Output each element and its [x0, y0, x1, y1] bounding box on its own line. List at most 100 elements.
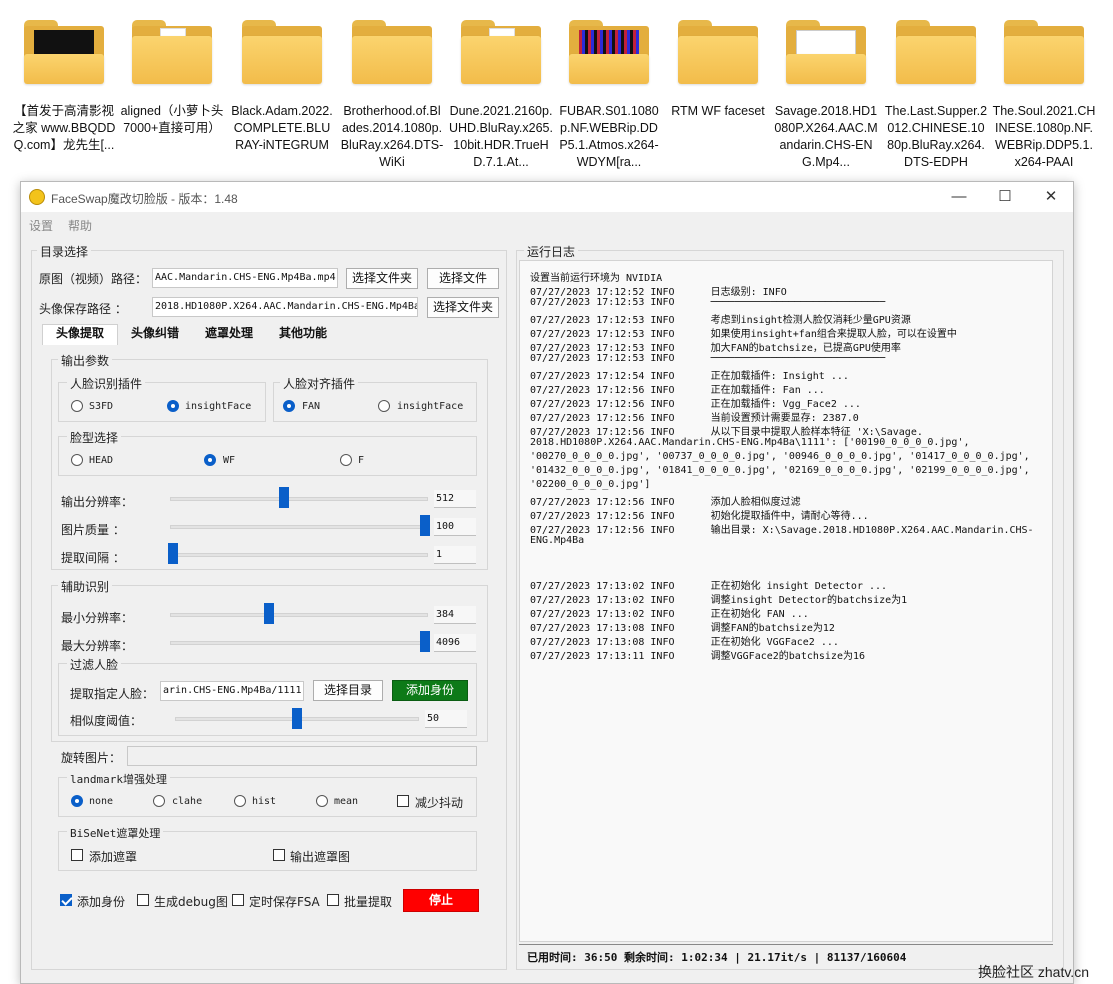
assist-slider-label-1: 最大分辨率： — [61, 639, 134, 653]
folder-label: 【首发于高清影视之家 www.BBQDDQ.com】龙先生[... — [12, 104, 116, 152]
radio-none[interactable] — [71, 795, 83, 807]
log-line: 07/27/2023 17:12:56 INFO 添加人脸相似度过滤 — [530, 497, 801, 508]
folder-icon — [1002, 14, 1086, 86]
output-slider-thumb-1[interactable] — [420, 515, 430, 536]
menu-help[interactable]: 帮助 — [68, 217, 92, 234]
assist-slider-track-1[interactable] — [170, 641, 428, 645]
select-save-folder-button[interactable]: 选择文件夹 — [427, 297, 499, 318]
radio-insightface-detector[interactable] — [167, 400, 179, 412]
radio-clahe[interactable] — [153, 795, 165, 807]
save-path-label: 头像保存路径 ： — [39, 302, 127, 316]
radio-insightface-aligner-label: insightFace — [397, 401, 464, 412]
radio-s3fd[interactable] — [71, 400, 83, 412]
desktop-folder[interactable]: FUBAR.S01.1080p.NF.WEBRip.DDP5.1.Atmos.x… — [557, 14, 661, 171]
desktop-folder[interactable]: RTM WF faceset — [666, 14, 770, 120]
output-mask-checkbox[interactable] — [273, 849, 285, 861]
close-button[interactable]: ✕ — [1028, 182, 1074, 212]
log-line: 07/27/2023 17:13:08 INFO 正在初始化 VGGFace2 … — [530, 637, 839, 648]
source-path-input[interactable]: AAC.Mandarin.CHS-ENG.Mp4Ba.mp4 — [152, 268, 338, 288]
batch-label: 批量提取 — [344, 895, 393, 909]
add-mask-checkbox[interactable] — [71, 849, 83, 861]
desktop-folder[interactable]: aligned（小萝卜头7000+直接可用） — [120, 14, 224, 137]
radio-f[interactable] — [340, 454, 352, 466]
similarity-value: 50 — [425, 710, 467, 728]
select-file-button[interactable]: 选择文件 — [427, 268, 499, 289]
folder-icon — [130, 14, 214, 86]
assist-slider-thumb-1[interactable] — [420, 631, 430, 652]
desktop-folder[interactable]: Brotherhood.of.Blades.2014.1080p.BluRay.… — [340, 14, 444, 171]
tab-other[interactable]: 其他功能 — [266, 323, 340, 344]
desktop-folder[interactable]: 【首发于高清影视之家 www.BBQDDQ.com】龙先生[... — [12, 14, 116, 154]
assist-slider-track-0[interactable] — [170, 613, 428, 617]
radio-fan[interactable] — [283, 400, 295, 412]
log-line: 07/27/2023 17:12:53 INFO 如果使用insight+fan… — [530, 329, 957, 340]
output-slider-thumb-2[interactable] — [168, 543, 178, 564]
radio-hist[interactable] — [234, 795, 246, 807]
window-title: FaceSwap魔改切脸版 - 版本：1.48 — [51, 192, 238, 206]
desktop-folder[interactable]: The.Last.Supper.2012.CHINESE.1080p.BluRa… — [884, 14, 988, 171]
radio-head-label: HEAD — [89, 455, 114, 466]
radio-mean[interactable] — [316, 795, 328, 807]
log-line: 07/27/2023 17:12:53 INFO 考虑到insight检测人脸仅… — [530, 315, 911, 326]
desktop-folder[interactable]: Black.Adam.2022.COMPLETE.BLURAY-iNTEGRUM — [230, 14, 334, 154]
menu-settings[interactable]: 设置 — [29, 217, 53, 234]
log-textbox[interactable]: 设置当前运行环境为 NVIDIA 07/27/2023 17:12:52 INFO… — [519, 260, 1053, 942]
select-folder-button[interactable]: 选择文件夹 — [346, 268, 418, 289]
radio-insightface-aligner[interactable] — [378, 400, 390, 412]
add-identity-button[interactable]: 添加身份 — [392, 680, 468, 701]
select-dir-button[interactable]: 选择目录 — [313, 680, 383, 701]
add-identity-checkbox[interactable] — [60, 894, 72, 906]
desktop-folder[interactable]: Dune.2021.2160p.UHD.BluRay.x265.10bit.HD… — [449, 14, 553, 171]
desktop-folder[interactable]: The.Soul.2021.CHINESE.1080p.NF.WEBRip.DD… — [992, 14, 1096, 171]
output-slider-value-0: 512 — [434, 490, 476, 508]
folder-label: Black.Adam.2022.COMPLETE.BLURAY-iNTEGRUM — [231, 104, 333, 152]
output-slider-track-1[interactable] — [170, 525, 428, 529]
timed-save-checkbox[interactable] — [232, 894, 244, 906]
log-line: 07/27/2023 17:12:56 INFO 初始化提取插件中，请耐心等待.… — [530, 511, 869, 522]
folder-label: Brotherhood.of.Blades.2014.1080p.BluRay.… — [340, 104, 444, 169]
log-title: 运行日志 — [524, 243, 579, 260]
assist-title: 辅助识别 — [58, 578, 113, 595]
log-line: '00270_0_0_0_0.jpg', '00737_0_0_0_0.jpg'… — [530, 451, 1030, 462]
radio-head[interactable] — [71, 454, 83, 466]
similarity-thumb[interactable] — [292, 708, 302, 729]
reduce-jitter-checkbox[interactable] — [397, 795, 409, 807]
minimize-button[interactable]: — — [936, 182, 982, 212]
output-slider-thumb-0[interactable] — [279, 487, 289, 508]
progress-status: 已用时间: 36:50 剩余时间: 1:02:34 | 21.17it/s | … — [527, 951, 907, 964]
radio-wf[interactable] — [204, 454, 216, 466]
debug-label: 生成debug图 — [154, 895, 228, 909]
folder-label: The.Last.Supper.2012.CHINESE.1080p.BluRa… — [884, 104, 988, 169]
rotate-input[interactable] — [127, 746, 477, 766]
add-identity-label: 添加身份 — [77, 895, 126, 909]
log-divider — [519, 944, 1053, 945]
radio-wf-label: WF — [223, 455, 236, 466]
log-line: ENG.Mp4Ba — [530, 535, 585, 546]
folder-thumbnail — [34, 30, 94, 56]
folder-icon — [459, 14, 543, 86]
folder-icon — [676, 14, 760, 86]
output-params-title: 输出参数 — [58, 352, 113, 369]
log-line: 07/27/2023 17:12:53 INFO 加大FAN的batchsize… — [530, 343, 901, 354]
radio-hist-label: hist — [252, 796, 277, 807]
desktop-folder[interactable]: Savage.2018.HD1080P.X264.AAC.Mandarin.CH… — [774, 14, 878, 171]
folder-label: aligned（小萝卜头7000+直接可用） — [120, 104, 224, 135]
log-line: 07/27/2023 17:13:02 INFO 调整insight Detec… — [530, 595, 908, 606]
extract-face-input[interactable]: arin.CHS-ENG.Mp4Ba/1111 — [160, 681, 304, 701]
stop-button[interactable]: 停止 — [403, 889, 479, 912]
tab-extract[interactable]: 头像提取 — [42, 323, 118, 344]
title-bar[interactable]: FaceSwap魔改切脸版 - 版本：1.48 — ☐ ✕ — [21, 182, 1073, 212]
log-line: '01432_0_0_0_0.jpg', '01841_0_0_0_0.jpg'… — [530, 465, 1030, 476]
debug-checkbox[interactable] — [137, 894, 149, 906]
tab-correct[interactable]: 头像纠错 — [118, 323, 192, 344]
output-slider-track-2[interactable] — [170, 553, 428, 557]
batch-checkbox[interactable] — [327, 894, 339, 906]
rotate-label: 旋转图片： — [61, 751, 122, 765]
assist-slider-thumb-0[interactable] — [264, 603, 274, 624]
maximize-button[interactable]: ☐ — [982, 182, 1028, 212]
output-slider-track-0[interactable] — [170, 497, 428, 501]
tab-mask[interactable]: 遮罩处理 — [192, 323, 266, 344]
save-path-input[interactable]: 2018.HD1080P.X264.AAC.Mandarin.CHS-ENG.M… — [152, 297, 418, 317]
folder-thumbnail — [579, 30, 639, 56]
folder-icon — [22, 14, 106, 86]
